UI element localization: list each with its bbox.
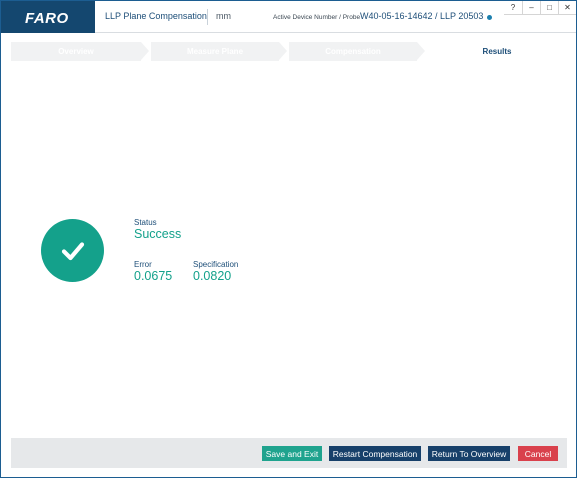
progress-steps: Overview Measure Plane Compensation Resu… bbox=[11, 42, 567, 61]
logo-text: FARO bbox=[25, 10, 69, 27]
app-window: FARO LLP Plane Compensation mm Active De… bbox=[0, 0, 577, 478]
step-label: Measure Plane bbox=[186, 47, 244, 56]
step-results[interactable]: Results bbox=[427, 42, 567, 61]
step-chevron-icon bbox=[279, 42, 287, 60]
cancel-button[interactable]: Cancel bbox=[518, 446, 558, 461]
app-title: LLP Plane Compensation bbox=[105, 11, 207, 21]
step-chevron-icon bbox=[417, 42, 425, 60]
step-label: Overview bbox=[58, 47, 94, 56]
step-overview[interactable]: Overview bbox=[11, 42, 141, 61]
step-chevron-icon bbox=[141, 42, 149, 60]
step-measure-plane[interactable]: Measure Plane bbox=[151, 42, 279, 61]
device-label: Active Device Number / Probe bbox=[273, 14, 361, 21]
error-label: Error bbox=[134, 260, 152, 269]
save-and-exit-button[interactable]: Save and Exit bbox=[262, 446, 322, 461]
header-bar: FARO LLP Plane Compensation mm Active De… bbox=[1, 1, 576, 33]
restart-compensation-button[interactable]: Restart Compensation bbox=[329, 446, 421, 461]
faro-logo: FARO bbox=[1, 1, 95, 33]
error-value: 0.0675 bbox=[134, 269, 173, 283]
minimize-button[interactable]: – bbox=[522, 1, 540, 15]
check-glyph bbox=[61, 241, 84, 260]
specification-value: 0.0820 bbox=[193, 269, 232, 283]
title-divider bbox=[207, 9, 208, 25]
maximize-button[interactable]: □ bbox=[540, 1, 558, 15]
device-status-icon bbox=[487, 15, 492, 20]
units-label: mm bbox=[216, 11, 231, 21]
specification-label: Specification bbox=[193, 260, 239, 269]
window-controls: ? – □ ✕ bbox=[504, 1, 576, 15]
status-value: Success bbox=[134, 227, 182, 241]
step-label: Compensation bbox=[325, 47, 381, 56]
help-button[interactable]: ? bbox=[504, 1, 522, 15]
status-label: Status bbox=[134, 218, 157, 227]
step-label: Results bbox=[482, 47, 512, 56]
return-to-overview-button[interactable]: Return To Overview bbox=[428, 446, 510, 461]
step-compensation[interactable]: Compensation bbox=[289, 42, 417, 61]
close-button[interactable]: ✕ bbox=[558, 1, 576, 15]
checkmark-icon bbox=[41, 219, 104, 282]
device-value: W40-05-16-14642 / LLP 20503 bbox=[360, 11, 484, 21]
